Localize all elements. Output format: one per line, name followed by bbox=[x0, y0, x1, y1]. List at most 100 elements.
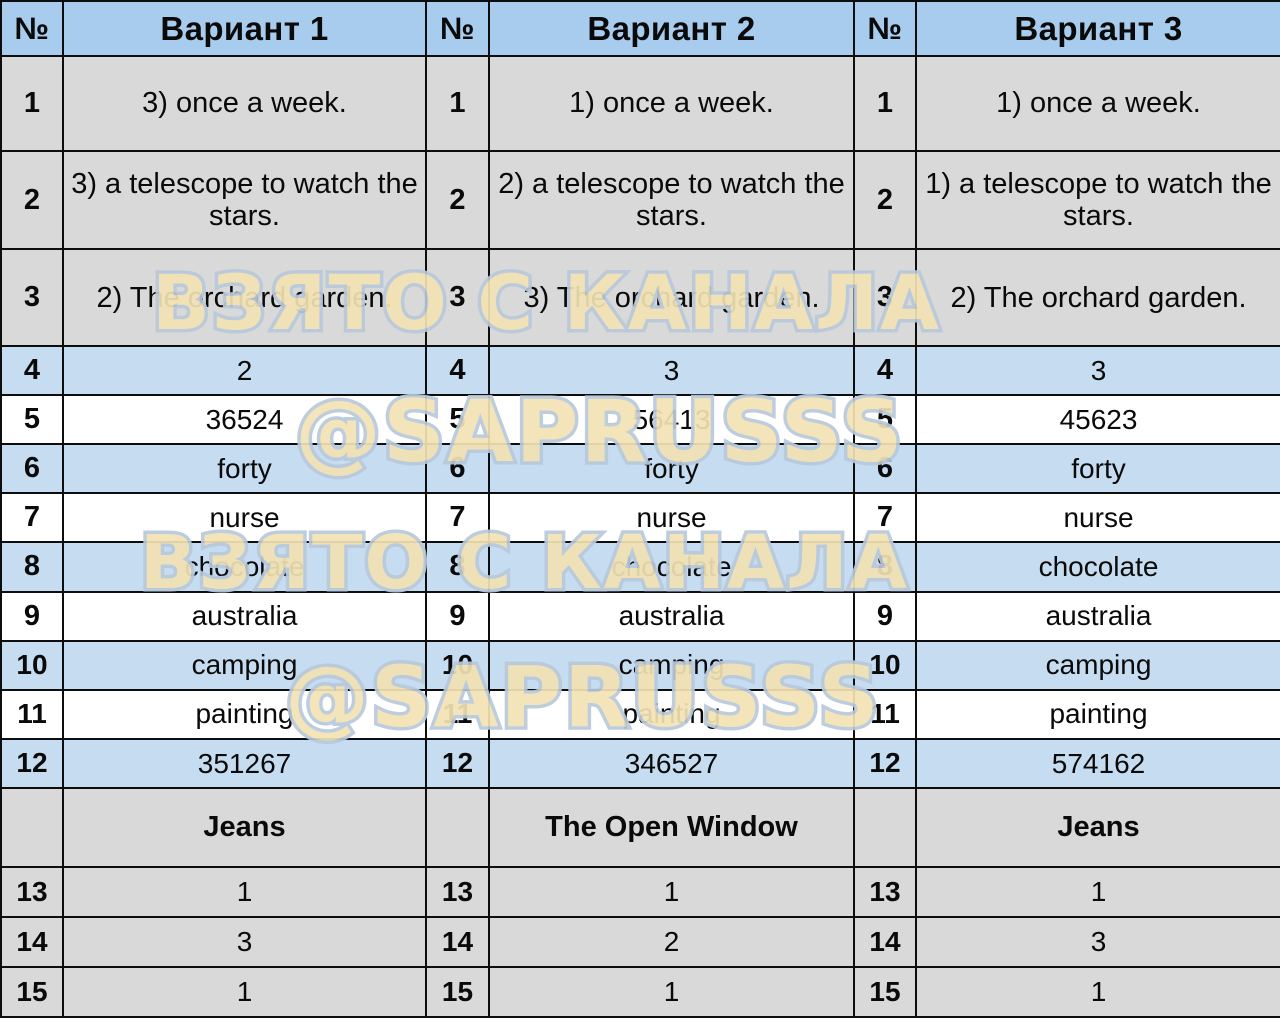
answer-v1-7: nurse bbox=[62, 492, 427, 544]
answer-key-sheet: № Вариант 1 № Вариант 2 № Вариант 3 1 3)… bbox=[0, 0, 1280, 1018]
row-number-9b: 9 bbox=[425, 590, 490, 642]
row-number-9a: 9 bbox=[0, 590, 64, 642]
row-number-10c: 10 bbox=[853, 639, 917, 691]
table-row: 2 3) a telescope to watch the stars. 2 2… bbox=[0, 150, 1280, 251]
answer-v2-2: 2) a telescope to watch the stars. bbox=[488, 150, 855, 251]
answer-v3-14: 3 bbox=[915, 915, 1280, 968]
text-title-row: Jeans The Open Window Jeans bbox=[0, 786, 1280, 868]
row-number-8b: 8 bbox=[425, 541, 490, 593]
answer-v3-3: 2) The orchard garden. bbox=[915, 248, 1280, 348]
answer-v1-4: 2 bbox=[62, 345, 427, 397]
row-number-10a: 10 bbox=[0, 639, 64, 691]
row-number-15c: 15 bbox=[853, 965, 917, 1018]
answer-v2-10: camping bbox=[488, 639, 855, 691]
answer-v2-12: 346527 bbox=[488, 737, 855, 789]
table-row: 1 3) once a week. 1 1) once a week. 1 1)… bbox=[0, 54, 1280, 153]
row-number-14b: 14 bbox=[425, 915, 490, 968]
answer-v1-11: painting bbox=[62, 688, 427, 740]
row-number-3c: 3 bbox=[853, 248, 917, 348]
answers-table: № Вариант 1 № Вариант 2 № Вариант 3 1 3)… bbox=[0, 0, 1280, 1018]
row-number-3b: 3 bbox=[425, 248, 490, 348]
table-row: 14 3 14 2 14 3 bbox=[0, 915, 1280, 968]
answer-v2-11: painting bbox=[488, 688, 855, 740]
row-number-15b: 15 bbox=[425, 965, 490, 1018]
table-row: 10 camping 10 camping 10 camping bbox=[0, 639, 1280, 691]
answer-v3-11: painting bbox=[915, 688, 1280, 740]
text-title-blank-2 bbox=[425, 786, 490, 868]
answer-v1-3: 2) The orchard garden. bbox=[62, 248, 427, 348]
answer-v2-1: 1) once a week. bbox=[488, 54, 855, 153]
answer-v3-8: chocolate bbox=[915, 541, 1280, 593]
table-row: 4 2 4 3 4 3 bbox=[0, 345, 1280, 397]
row-number-4a: 4 bbox=[0, 345, 64, 397]
answer-v3-2: 1) a telescope to watch the stars. bbox=[915, 150, 1280, 251]
answer-v2-15: 1 bbox=[488, 965, 855, 1018]
answer-v2-9: australia bbox=[488, 590, 855, 642]
row-number-9c: 9 bbox=[853, 590, 917, 642]
answer-v1-5: 36524 bbox=[62, 394, 427, 446]
row-number-2c: 2 bbox=[853, 150, 917, 251]
row-number-14c: 14 bbox=[853, 915, 917, 968]
table-row: 15 1 15 1 15 1 bbox=[0, 965, 1280, 1018]
answer-v1-15: 1 bbox=[62, 965, 427, 1018]
header-variant-1: Вариант 1 bbox=[62, 0, 427, 57]
row-number-11b: 11 bbox=[425, 688, 490, 740]
table-row: 13 1 13 1 13 1 bbox=[0, 865, 1280, 918]
table-row: 7 nurse 7 nurse 7 nurse bbox=[0, 492, 1280, 544]
answer-v1-12: 351267 bbox=[62, 737, 427, 789]
answer-v1-9: australia bbox=[62, 590, 427, 642]
row-number-3a: 3 bbox=[0, 248, 64, 348]
row-number-13a: 13 bbox=[0, 865, 64, 918]
answer-v2-3: 3) The orchard garden. bbox=[488, 248, 855, 348]
row-number-12b: 12 bbox=[425, 737, 490, 789]
answer-v3-9: australia bbox=[915, 590, 1280, 642]
row-number-14a: 14 bbox=[0, 915, 64, 968]
answer-v1-14: 3 bbox=[62, 915, 427, 968]
answer-v1-1: 3) once a week. bbox=[62, 54, 427, 153]
row-number-11c: 11 bbox=[853, 688, 917, 740]
answer-v2-7: nurse bbox=[488, 492, 855, 544]
answer-v3-6: forty bbox=[915, 443, 1280, 495]
row-number-8a: 8 bbox=[0, 541, 64, 593]
table-row: 3 2) The orchard garden. 3 3) The orchar… bbox=[0, 248, 1280, 348]
row-number-4c: 4 bbox=[853, 345, 917, 397]
answer-v3-4: 3 bbox=[915, 345, 1280, 397]
row-number-6c: 6 bbox=[853, 443, 917, 495]
header-num-2: № bbox=[425, 0, 490, 57]
answer-v3-15: 1 bbox=[915, 965, 1280, 1018]
row-number-15a: 15 bbox=[0, 965, 64, 1018]
row-number-6b: 6 bbox=[425, 443, 490, 495]
text-title-v3: Jeans bbox=[915, 786, 1280, 868]
answer-v2-5: 56413 bbox=[488, 394, 855, 446]
row-number-2b: 2 bbox=[425, 150, 490, 251]
row-number-6a: 6 bbox=[0, 443, 64, 495]
row-number-5b: 5 bbox=[425, 394, 490, 446]
table-row: 5 36524 5 56413 5 45623 bbox=[0, 394, 1280, 446]
answer-v2-14: 2 bbox=[488, 915, 855, 968]
text-title-blank-1 bbox=[0, 786, 64, 868]
answer-v3-13: 1 bbox=[915, 865, 1280, 918]
row-number-13b: 13 bbox=[425, 865, 490, 918]
header-num-3: № bbox=[853, 0, 917, 57]
answer-v3-10: camping bbox=[915, 639, 1280, 691]
table-row: 6 forty 6 forty 6 forty bbox=[0, 443, 1280, 495]
table-row: 9 australia 9 australia 9 australia bbox=[0, 590, 1280, 642]
answer-v2-13: 1 bbox=[488, 865, 855, 918]
row-number-7c: 7 bbox=[853, 492, 917, 544]
answer-v2-4: 3 bbox=[488, 345, 855, 397]
row-number-7a: 7 bbox=[0, 492, 64, 544]
answer-v1-6: forty bbox=[62, 443, 427, 495]
row-number-1a: 1 bbox=[0, 54, 64, 153]
answer-v3-7: nurse bbox=[915, 492, 1280, 544]
table-row: 11 painting 11 painting 11 painting bbox=[0, 688, 1280, 740]
row-number-11a: 11 bbox=[0, 688, 64, 740]
row-number-4b: 4 bbox=[425, 345, 490, 397]
header-variant-3: Вариант 3 bbox=[915, 0, 1280, 57]
answer-v3-12: 574162 bbox=[915, 737, 1280, 789]
row-number-8c: 8 bbox=[853, 541, 917, 593]
row-number-12c: 12 bbox=[853, 737, 917, 789]
answer-v2-6: forty bbox=[488, 443, 855, 495]
table-row: 8 chocolate 8 chocolate 8 chocolate bbox=[0, 541, 1280, 593]
row-number-1c: 1 bbox=[853, 54, 917, 153]
row-number-13c: 13 bbox=[853, 865, 917, 918]
